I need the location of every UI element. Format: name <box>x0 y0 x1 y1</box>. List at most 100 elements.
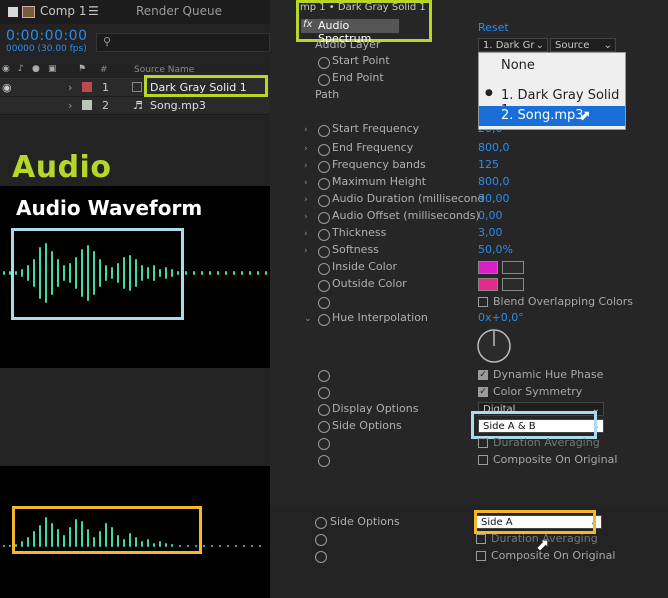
stopwatch-icon[interactable] <box>318 57 330 69</box>
chevron-right-icon[interactable]: › <box>68 99 72 112</box>
close-icon[interactable] <box>8 7 18 17</box>
menu-item-label: None <box>501 58 535 73</box>
outside-color-swatch[interactable] <box>478 278 498 291</box>
stopwatch-icon[interactable] <box>318 314 330 326</box>
audio-file-icon: ♬ <box>133 99 143 112</box>
prop-end-frequency-value[interactable]: 800,0 <box>478 141 510 154</box>
search-input[interactable]: ⚲ <box>96 33 270 52</box>
stopwatch-icon[interactable] <box>318 229 330 241</box>
prop-start-point: Start Point <box>332 54 390 67</box>
stopwatch-icon[interactable] <box>318 438 330 450</box>
hamburger-icon[interactable]: ☰ <box>88 4 99 18</box>
duration-averaging-checkbox[interactable] <box>476 534 486 544</box>
eye-icon[interactable]: ◉ <box>2 64 10 74</box>
timecode[interactable]: 0:00:00:00 <box>6 28 88 44</box>
stopwatch-icon[interactable] <box>318 212 330 224</box>
dynamic-hue-checkbox[interactable]: ✓ <box>478 370 488 380</box>
menu-item-dark-gray-solid[interactable]: ● 1. Dark Gray Solid 1 <box>479 86 625 118</box>
stopwatch-icon[interactable] <box>318 125 330 137</box>
lock-icon[interactable]: ▣ <box>48 64 57 74</box>
color-symmetry-label: Color Symmetry <box>493 385 583 398</box>
stopwatch-icon[interactable] <box>318 74 330 86</box>
chevron-down-icon[interactable]: ⌄ <box>304 314 312 324</box>
stopwatch-icon[interactable] <box>318 144 330 156</box>
prop-audio-offset-value[interactable]: 0,00 <box>478 209 503 222</box>
solid-icon <box>132 82 142 92</box>
audio-layer-dropdown[interactable]: 1. Dark Gr ⌄ <box>478 38 548 52</box>
composite-checkbox[interactable] <box>478 455 488 465</box>
prop-softness-value[interactable]: 50,0% <box>478 243 513 256</box>
chevron-right-icon[interactable]: › <box>304 161 308 171</box>
menu-item-none[interactable]: None <box>479 56 625 76</box>
eye-icon[interactable]: ◉ <box>2 81 12 94</box>
stopwatch-icon[interactable] <box>318 297 330 309</box>
solo-icon[interactable]: ● <box>32 64 40 74</box>
stopwatch-icon[interactable] <box>318 455 330 467</box>
menu-item-label: 2. Song.mp3 <box>501 108 584 123</box>
stopwatch-icon[interactable] <box>318 370 330 382</box>
prop-frequency-bands-value[interactable]: 125 <box>478 158 499 171</box>
audio-icon[interactable]: ♪ <box>18 64 24 74</box>
chevron-right-icon[interactable]: › <box>304 195 308 205</box>
prop-thickness: Thickness <box>332 226 387 239</box>
label-color-swatch[interactable] <box>82 100 92 110</box>
stopwatch-icon[interactable] <box>318 263 330 275</box>
chevron-right-icon[interactable]: › <box>304 212 308 222</box>
label-icon[interactable]: ⚑ <box>78 64 86 74</box>
layer-name[interactable]: Dark Gray Solid 1 <box>150 81 247 94</box>
stopwatch-icon[interactable] <box>318 178 330 190</box>
eyedropper-icon[interactable] <box>502 261 524 274</box>
label-color-swatch[interactable] <box>82 82 92 92</box>
inside-color-swatch[interactable] <box>478 261 498 274</box>
prop-end-point: End Point <box>332 71 384 84</box>
prop-path: Path <box>315 88 340 101</box>
layer-row[interactable]: ◉ › 1 Dark Gray Solid 1 <box>0 75 270 97</box>
prop-audio-duration-value[interactable]: 90,00 <box>478 192 510 205</box>
stopwatch-icon[interactable] <box>315 551 327 563</box>
audio-source-dropdown[interactable]: Source ⌄ <box>550 38 616 52</box>
menu-item-song[interactable]: 2. Song.mp3 ⬈ <box>479 106 625 126</box>
stopwatch-icon[interactable] <box>318 421 330 433</box>
stopwatch-icon[interactable] <box>315 534 327 546</box>
stopwatch-icon[interactable] <box>318 404 330 416</box>
chevron-down-icon: ⌄ <box>603 40 612 51</box>
audio-layer-menu: None ● 1. Dark Gray Solid 1 2. Song.mp3 … <box>478 52 626 130</box>
composite-checkbox[interactable] <box>476 551 486 561</box>
chevron-right-icon[interactable]: › <box>304 144 308 154</box>
effect-header-row[interactable]: fx Audio Spectrum <box>301 19 399 45</box>
selected-bullet-icon: ● <box>485 88 493 98</box>
eyedropper-icon[interactable] <box>502 278 524 291</box>
hue-dial[interactable] <box>476 328 512 364</box>
waveform-title: Audio Waveform <box>16 196 203 220</box>
layer-row[interactable]: › 2 ♬ Song.mp3 <box>0 97 270 115</box>
hue-value[interactable]: 0x+0,0° <box>478 311 524 324</box>
waveform-highlight <box>11 228 184 320</box>
chevron-right-icon[interactable]: › <box>304 229 308 239</box>
effect-controls-panel: mp 1 • Dark Gray Solid 1 fx Audio Spectr… <box>270 0 668 598</box>
reset-link[interactable]: Reset <box>478 21 509 34</box>
blend-checkbox[interactable] <box>478 297 488 307</box>
stopwatch-icon[interactable] <box>318 195 330 207</box>
chevron-right-icon[interactable]: › <box>304 246 308 256</box>
fx-icon[interactable]: fx <box>303 19 312 30</box>
property-list-3: Side Options Side A ⌄ Duration Averaging … <box>270 505 668 598</box>
prop-outside-color: Outside Color <box>332 277 407 290</box>
chevron-right-icon[interactable]: › <box>68 81 72 94</box>
duration-averaging-label: Duration Averaging <box>493 436 600 449</box>
stopwatch-icon[interactable] <box>318 387 330 399</box>
stopwatch-icon[interactable] <box>315 517 327 529</box>
stopwatch-icon[interactable] <box>318 161 330 173</box>
prop-audio-duration: Audio Duration (millisecond <box>332 192 485 205</box>
prop-thickness-value[interactable]: 3,00 <box>478 226 503 239</box>
color-symmetry-checkbox[interactable]: ✓ <box>478 387 488 397</box>
chevron-right-icon[interactable]: › <box>304 178 308 188</box>
stopwatch-icon[interactable] <box>318 280 330 292</box>
duration-averaging-checkbox[interactable] <box>478 438 488 448</box>
chevron-right-icon[interactable]: › <box>304 125 308 135</box>
stopwatch-icon[interactable] <box>318 246 330 258</box>
layer-number: 2 <box>102 99 109 112</box>
layer-name[interactable]: Song.mp3 <box>150 99 206 112</box>
tab-comp[interactable]: Comp 1 <box>40 4 86 18</box>
tab-render-queue[interactable]: Render Queue <box>136 4 222 18</box>
prop-maximum-height-value[interactable]: 800,0 <box>478 175 510 188</box>
